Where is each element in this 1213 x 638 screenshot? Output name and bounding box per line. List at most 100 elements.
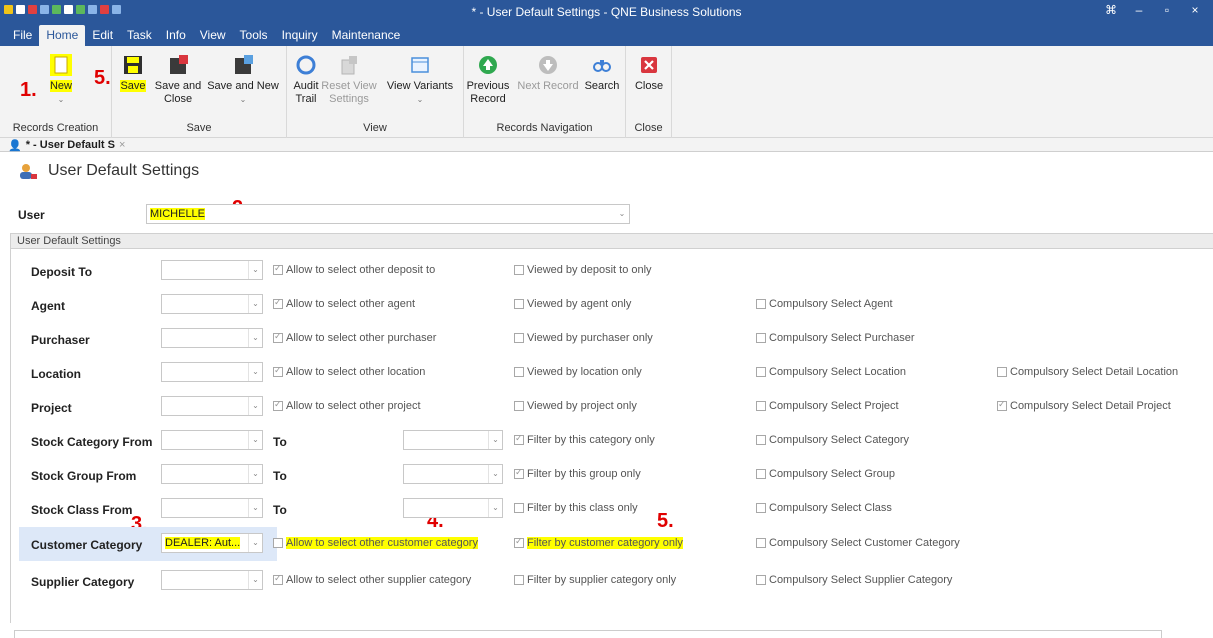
to-label: To <box>273 435 287 449</box>
checkbox-compulsory-supplier-category[interactable]: Compulsory Select Supplier Category <box>756 574 952 586</box>
agent-combobox[interactable]: ⌄ <box>161 294 263 314</box>
supplier-category-combobox[interactable]: ⌄ <box>161 570 263 590</box>
menu-edit[interactable]: Edit <box>85 25 120 46</box>
customer-category-value: DEALER: Aut... <box>165 537 241 549</box>
save-and-close-button[interactable]: Save and Close <box>150 54 206 106</box>
stock-category-from-combobox[interactable]: ⌄ <box>161 430 263 450</box>
checkbox-viewed-by-deposit[interactable]: Viewed by deposit to only <box>514 264 652 276</box>
menu-info[interactable]: Info <box>159 25 193 46</box>
stock-group-to-combobox[interactable]: ⌄ <box>403 464 503 484</box>
document-tab-user-default-settings[interactable]: 👤 * - User Default S × <box>8 138 125 152</box>
close-tab-icon[interactable]: × <box>119 139 125 151</box>
checkbox-viewed-by-purchaser[interactable]: Viewed by purchaser only <box>514 332 653 344</box>
checkbox-viewed-by-project[interactable]: Viewed by project only <box>514 400 637 412</box>
horizontal-scrollbar[interactable] <box>14 630 1162 638</box>
checkbox-compulsory-project[interactable]: Compulsory Select Project <box>756 400 899 412</box>
checkbox-filter-by-group[interactable]: Filter by this group only <box>514 467 641 480</box>
menu-maintenance[interactable]: Maintenance <box>325 25 408 46</box>
checkbox-viewed-by-agent[interactable]: Viewed by agent only <box>514 298 631 310</box>
checkbox-filter-by-customer-category[interactable]: Filter by customer category only <box>514 536 683 549</box>
checkbox-allow-other-location[interactable]: Allow to select other location <box>273 365 425 378</box>
close-label: Close <box>634 80 664 92</box>
chevron-down-icon: ⌄ <box>248 295 262 313</box>
user-label: User <box>18 208 45 222</box>
stock-category-to-combobox[interactable]: ⌄ <box>403 430 503 450</box>
search-button[interactable]: Search <box>582 54 622 93</box>
audit-trail-label-2: Trail <box>295 93 317 105</box>
stock-class-from-combobox[interactable]: ⌄ <box>161 498 263 518</box>
previous-record-button[interactable]: Previous Record <box>466 54 510 106</box>
checkbox-compulsory-purchaser[interactable]: Compulsory Select Purchaser <box>756 332 915 344</box>
save-and-new-button[interactable]: Save and New ⌄ <box>205 54 281 106</box>
close-button[interactable]: Close <box>632 54 666 93</box>
checkbox-allow-other-deposit[interactable]: Allow to select other deposit to <box>273 263 436 276</box>
checkbox-filter-by-category[interactable]: Filter by this category only <box>514 433 655 446</box>
checkbox-allow-other-project[interactable]: Allow to select other project <box>273 399 421 412</box>
checkbox-viewed-by-location[interactable]: Viewed by location only <box>514 366 642 378</box>
stock-class-to-combobox[interactable]: ⌄ <box>403 498 503 518</box>
chevron-down-icon: ⌄ <box>248 261 262 279</box>
view-variants-button[interactable]: View Variants ⌄ <box>382 54 458 106</box>
restore-button[interactable]: ▫ <box>1153 3 1181 17</box>
checkbox-compulsory-location[interactable]: Compulsory Select Location <box>756 366 906 378</box>
menu-home[interactable]: Home <box>39 25 86 46</box>
checkbox-allow-other-customer-category[interactable]: Allow to select other customer category <box>273 537 478 549</box>
checkbox-icon <box>514 265 524 275</box>
checkbox-filter-by-supplier-category[interactable]: Filter by supplier category only <box>514 574 676 586</box>
chevron-down-icon: ⌄ <box>488 499 502 517</box>
checkbox-icon <box>514 401 524 411</box>
project-combobox[interactable]: ⌄ <box>161 396 263 416</box>
chevron-down-icon: ⌄ <box>248 465 262 483</box>
menu-inquiry[interactable]: Inquiry <box>275 25 325 46</box>
checkbox-label: Viewed by agent only <box>527 298 632 310</box>
reset-view-settings-button[interactable]: Reset View Settings <box>321 54 377 106</box>
checkbox-compulsory-customer-category[interactable]: Compulsory Select Customer Category <box>756 537 960 549</box>
deposit-to-combobox[interactable]: ⌄ <box>161 260 263 280</box>
stock-group-from-combobox[interactable]: ⌄ <box>161 464 263 484</box>
checkbox-icon <box>514 467 524 479</box>
new-button[interactable]: New ⌄ <box>44 54 78 106</box>
menu-tools[interactable]: Tools <box>233 25 275 46</box>
agent-label: Agent <box>31 299 65 313</box>
checkbox-allow-other-agent[interactable]: Allow to select other agent <box>273 297 415 310</box>
checkbox-allow-other-supplier-category[interactable]: Allow to select other supplier category <box>273 573 471 586</box>
customer-category-combobox[interactable]: DEALER: Aut... ⌄ <box>161 533 263 553</box>
row-stock-group: Stock Group From ⌄ To ⌄ Filter by this g… <box>11 459 1213 491</box>
menu-file[interactable]: File <box>6 25 39 46</box>
menu-task[interactable]: Task <box>120 25 159 46</box>
checkbox-compulsory-detail-location[interactable]: Compulsory Select Detail Location <box>997 366 1178 378</box>
checkbox-icon <box>273 297 283 309</box>
checkbox-icon <box>756 435 766 445</box>
checkbox-label: Compulsory Select Agent <box>769 298 893 310</box>
checkbox-compulsory-class[interactable]: Compulsory Select Class <box>756 502 892 514</box>
close-window-button[interactable]: × <box>1181 3 1209 17</box>
checkbox-compulsory-category[interactable]: Compulsory Select Category <box>756 434 909 446</box>
checkbox-compulsory-group[interactable]: Compulsory Select Group <box>756 468 895 480</box>
checkbox-label: Allow to select other deposit to <box>286 264 436 276</box>
checkbox-label: Compulsory Select Supplier Category <box>769 574 953 586</box>
stock-category-from-label: Stock Category From <box>31 435 153 449</box>
minimize-button[interactable]: – <box>1125 3 1153 17</box>
title-bar: * - User Default Settings - QNE Business… <box>0 0 1213 24</box>
row-supplier-category: Supplier Category ⌄ Allow to select othe… <box>11 565 1213 597</box>
audit-trail-button[interactable]: Audit Trail <box>291 54 321 106</box>
purchaser-combobox[interactable]: ⌄ <box>161 328 263 348</box>
checkbox-compulsory-detail-project[interactable]: Compulsory Select Detail Project <box>997 399 1171 412</box>
audit-trail-icon <box>296 55 316 75</box>
checkbox-icon <box>273 365 283 377</box>
user-combobox[interactable]: MICHELLE ⌄ <box>146 204 630 224</box>
save-new-icon <box>235 55 253 74</box>
menu-bar: File Home Edit Task Info View Tools Inqu… <box>0 24 1213 46</box>
checkbox-allow-other-purchaser[interactable]: Allow to select other purchaser <box>273 331 436 344</box>
checkbox-icon <box>514 433 524 445</box>
location-combobox[interactable]: ⌄ <box>161 362 263 382</box>
window-title: * - User Default Settings - QNE Business… <box>471 5 742 19</box>
save-button[interactable]: Save <box>118 54 148 93</box>
next-record-button[interactable]: Next Record <box>516 54 580 93</box>
arrow-up-icon <box>479 56 497 74</box>
checkbox-label: Compulsory Select Detail Location <box>1010 366 1179 378</box>
checkbox-filter-by-class[interactable]: Filter by this class only <box>514 502 638 514</box>
menu-view[interactable]: View <box>193 25 233 46</box>
checkbox-compulsory-agent[interactable]: Compulsory Select Agent <box>756 298 893 310</box>
pin-icon[interactable]: ⌘ <box>1097 3 1125 17</box>
